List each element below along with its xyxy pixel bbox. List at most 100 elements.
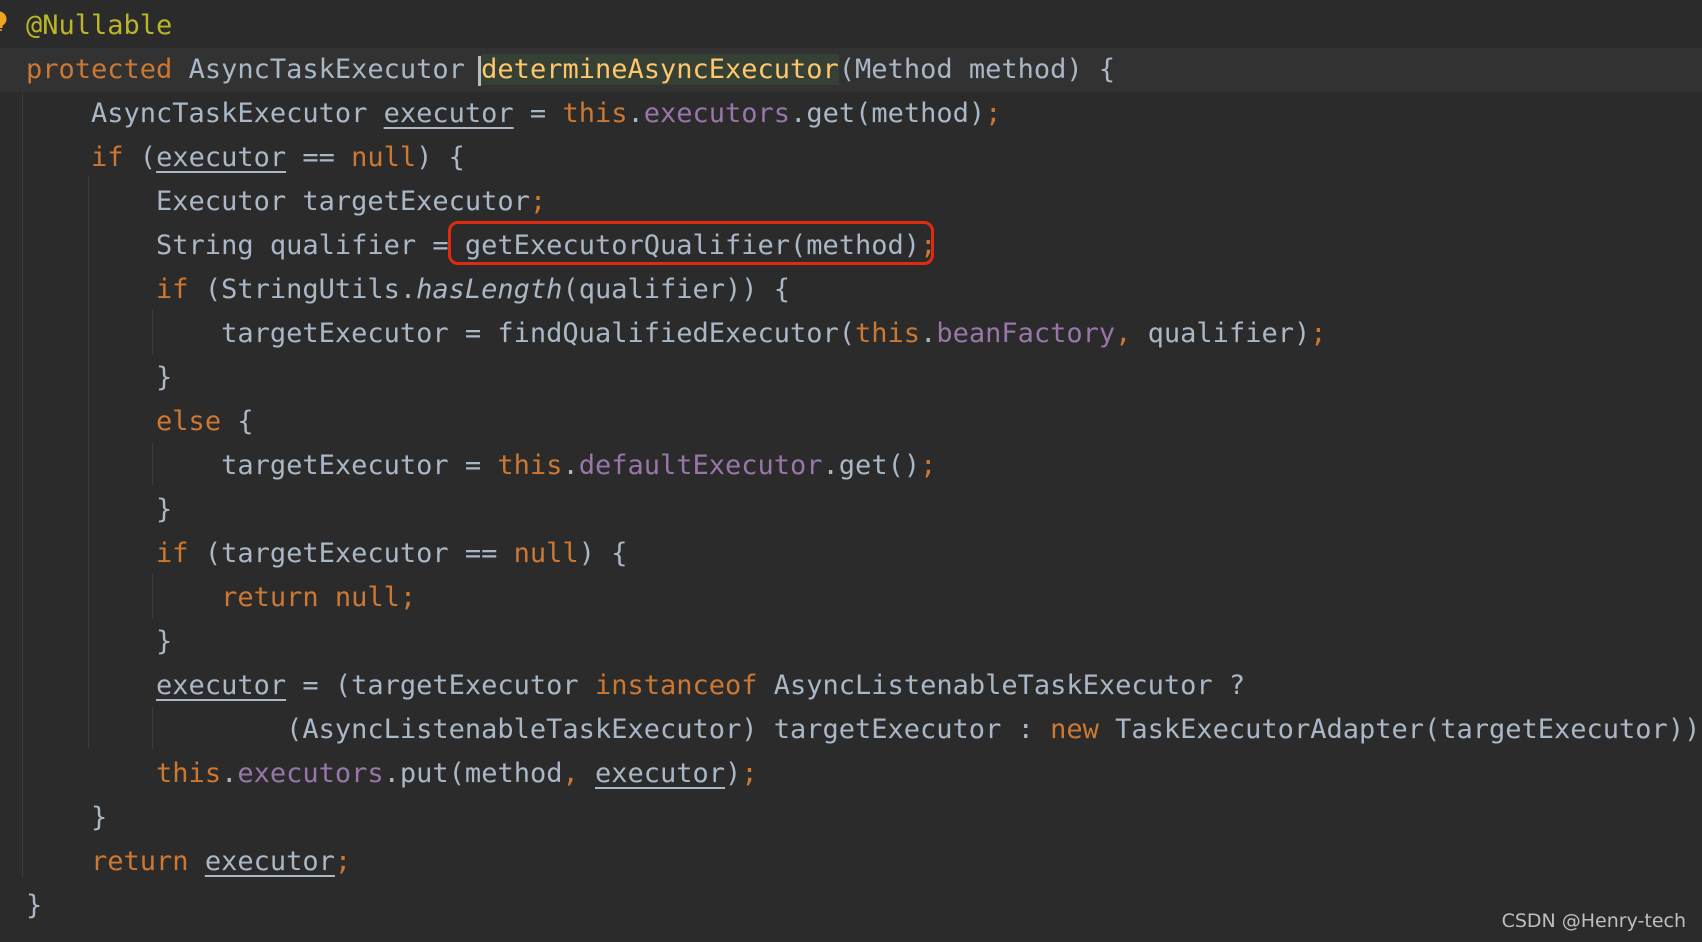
code-line[interactable]: Executor targetExecutor;	[0, 180, 1702, 224]
code-line[interactable]: return null;	[0, 576, 1702, 620]
code-line[interactable]: targetExecutor = findQualifiedExecutor(t…	[0, 312, 1702, 356]
code-line[interactable]: this.executors.put(method, executor);	[0, 752, 1702, 796]
code-token: (Method method) {	[838, 54, 1116, 85]
code-token: this	[562, 98, 628, 129]
code-token: if	[156, 538, 189, 569]
code-token: this	[855, 318, 921, 349]
code-line[interactable]: }	[0, 488, 1702, 532]
code-line-text: executor = (targetExecutor instanceof As…	[26, 664, 1245, 708]
code-line-text: return executor;	[26, 840, 351, 884]
code-line[interactable]: return executor;	[0, 840, 1702, 884]
code-token: }	[26, 494, 173, 525]
code-token: null	[513, 538, 579, 569]
code-line[interactable]: }	[0, 796, 1702, 840]
code-line-text: Executor targetExecutor;	[26, 180, 546, 224]
code-line-text: if (targetExecutor == null) {	[26, 532, 627, 576]
code-token: ==	[286, 142, 352, 173]
code-line-text: }	[26, 488, 172, 532]
code-token: @Nullable	[26, 10, 173, 41]
code-token: hasLength	[416, 274, 563, 305]
code-token: beanFactory	[936, 318, 1116, 349]
code-line-text: this.executors.put(method, executor);	[26, 752, 758, 796]
code-token: new	[1050, 714, 1099, 745]
code-line[interactable]: }	[0, 356, 1702, 400]
code-token: this	[156, 758, 222, 789]
code-token: if	[91, 142, 124, 173]
code-token: ;	[985, 98, 1002, 129]
code-token: null	[351, 142, 417, 173]
code-token: ;	[334, 846, 352, 877]
code-line-text: @Nullable	[26, 4, 172, 48]
code-token: AsyncListenableTaskExecutor ?	[757, 670, 1246, 701]
code-line[interactable]: targetExecutor = this.defaultExecutor.ge…	[0, 444, 1702, 488]
code-token: executors	[237, 758, 384, 789]
code-line[interactable]: protected AsyncTaskExecutor determineAsy…	[0, 48, 1702, 92]
code-token: .	[562, 450, 579, 481]
code-line[interactable]: (AsyncListenableTaskExecutor) targetExec…	[0, 708, 1702, 752]
code-token: ,	[1115, 318, 1132, 349]
code-token: targetExecutor = findQualifiedExecutor(	[26, 318, 856, 349]
lightbulb-icon[interactable]	[0, 11, 8, 33]
code-line-text: AsyncTaskExecutor executor = this.execut…	[26, 92, 1001, 136]
code-line[interactable]: AsyncTaskExecutor executor = this.execut…	[0, 92, 1702, 136]
code-token: (AsyncListenableTaskExecutor) targetExec…	[26, 714, 1051, 745]
text-caret	[478, 55, 482, 86]
code-token: ,	[562, 758, 579, 789]
code-line[interactable]: executor = (targetExecutor instanceof As…	[0, 664, 1702, 708]
code-line-text: protected AsyncTaskExecutor determineAsy…	[26, 48, 1115, 92]
code-line[interactable]: if (executor == null) {	[0, 136, 1702, 180]
code-token: AsyncTaskExecutor	[188, 54, 482, 85]
code-line-text: return null;	[26, 576, 416, 620]
code-token: defaultExecutor	[578, 450, 823, 481]
code-token: this	[497, 450, 563, 481]
code-token: if	[156, 274, 189, 305]
code-line[interactable]: }	[0, 884, 1702, 928]
code-token: (qualifier)) {	[562, 274, 791, 305]
code-token: String qualifier =	[26, 230, 465, 261]
code-line[interactable]: @Nullable	[0, 4, 1702, 48]
code-token: .get()	[822, 450, 921, 481]
code-token: (	[123, 142, 157, 173]
code-editor[interactable]: @Nullable protected AsyncTaskExecutor det…	[0, 0, 1702, 942]
code-token: AsyncTaskExecutor	[26, 98, 384, 129]
code-line[interactable]: if (StringUtils.hasLength(qualifier)) {	[0, 268, 1702, 312]
code-token: = (targetExecutor	[286, 670, 595, 701]
code-token: {	[221, 406, 254, 437]
code-token: instanceof	[594, 670, 758, 701]
code-line-text: }	[26, 884, 42, 928]
code-token: executor	[595, 758, 726, 789]
code-token: ) {	[416, 142, 465, 173]
code-token: .	[627, 98, 644, 129]
code-token: TaskExecutorAdapter(targetExecutor))	[1098, 714, 1701, 745]
code-token: .	[221, 758, 238, 789]
code-token: .put(method	[383, 758, 563, 789]
code-token: executors	[643, 98, 791, 129]
code-token: (StringUtils.	[188, 274, 417, 305]
code-token: (targetExecutor ==	[188, 538, 514, 569]
code-token: }	[26, 890, 43, 921]
code-line-text: }	[26, 620, 172, 664]
code-line[interactable]: if (targetExecutor == null) {	[0, 532, 1702, 576]
code-token: ;	[1310, 318, 1327, 349]
code-line-text: targetExecutor = this.defaultExecutor.ge…	[26, 444, 936, 488]
code-token: .	[920, 318, 937, 349]
code-line-text: }	[26, 796, 107, 840]
code-token: )	[725, 758, 742, 789]
code-token: return null;	[221, 582, 417, 613]
code-line-text: if (executor == null) {	[26, 136, 465, 180]
code-token: ;	[529, 186, 547, 217]
code-line[interactable]: }	[0, 620, 1702, 664]
code-line-text: }	[26, 356, 172, 400]
code-line[interactable]: else {	[0, 400, 1702, 444]
code-token: .get(method)	[790, 98, 986, 129]
code-token: executor	[156, 670, 287, 701]
code-token: executor	[156, 142, 287, 173]
